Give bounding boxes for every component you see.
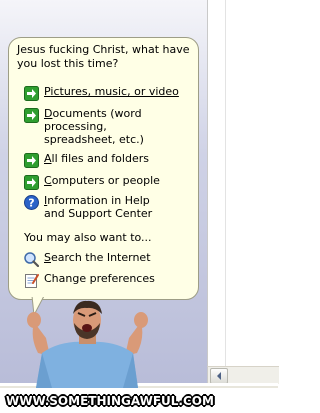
assistant-question: Jesus fucking Christ, what have you lost… <box>17 43 190 70</box>
green-arrow-icon <box>24 175 39 190</box>
preferences-icon <box>25 274 39 288</box>
option-all-files-folders[interactable]: All files and folders <box>24 152 194 168</box>
svg-text:?: ? <box>28 197 34 210</box>
option-documents[interactable]: Documents (word processing, spreadsheet,… <box>24 107 154 146</box>
also-want-label: You may also want to... <box>24 231 152 244</box>
option-label: Change preferences <box>44 272 155 285</box>
horizontal-scrollbar[interactable] <box>207 366 279 384</box>
angry-assistant-character <box>27 300 148 388</box>
option-pictures-music-video[interactable]: Pictures, music, or video <box>24 85 194 101</box>
option-label: ocuments (word processing, spreadsheet, … <box>44 107 144 146</box>
option-access-key: S <box>44 251 51 264</box>
option-help-support[interactable]: ? Information in Help and Support Center <box>24 194 169 220</box>
option-label: ictures, music, or video <box>50 85 179 98</box>
option-label: omputers or people <box>51 174 160 187</box>
chevron-left-icon <box>216 372 221 380</box>
results-area <box>207 0 279 366</box>
green-arrow-icon <box>24 86 39 101</box>
option-search-internet[interactable]: Search the Internet <box>24 251 194 267</box>
option-change-preferences[interactable]: Change preferences <box>24 272 194 288</box>
option-access-key: A <box>44 152 52 165</box>
help-icon: ? <box>24 195 39 210</box>
results-column-divider <box>225 0 226 366</box>
option-label: ll files and folders <box>51 152 149 165</box>
option-computers-people[interactable]: Computers or people <box>24 174 194 190</box>
green-arrow-icon <box>24 153 39 168</box>
search-internet-icon <box>24 252 39 267</box>
option-label: earch the Internet <box>50 251 151 264</box>
scroll-left-button[interactable] <box>210 368 228 384</box>
green-arrow-icon <box>24 108 39 123</box>
option-access-key: C <box>44 174 52 187</box>
option-label: nformation in Help and Support Center <box>44 194 153 220</box>
watermark-text: WWW.SOMETHINGAWFUL.COM <box>6 394 214 408</box>
